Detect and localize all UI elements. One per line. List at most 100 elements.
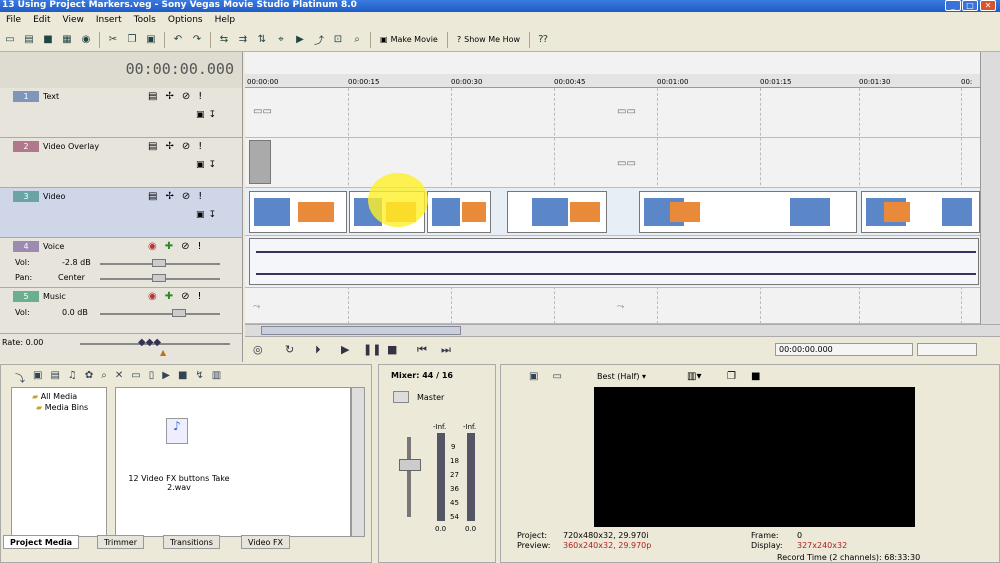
time-ruler[interactable]: 00:00:00 00:00:15 00:00:30 00:00:45 00:0…	[245, 74, 980, 88]
undo-icon[interactable]: ↶	[170, 32, 186, 48]
record-icon[interactable]: ◉	[148, 241, 157, 252]
track-header-video[interactable]: 3 Video ▤ ✢ ⊘! ▣ ↧	[0, 188, 243, 238]
track-header-voice[interactable]: 4 Voice ◉ ✚ ⊘! Vol: -2.8 dB Pan: Center	[0, 238, 243, 288]
save-icon[interactable]: ■	[40, 32, 56, 48]
capture-icon[interactable]: ▣	[33, 370, 42, 385]
overlays-icon[interactable]: ▥▾	[687, 371, 701, 382]
get-photos-icon[interactable]: ▤	[50, 370, 59, 385]
fx-icon[interactable]: ✚	[165, 241, 173, 252]
compositing-icon[interactable]: ▣	[196, 160, 205, 170]
fx-icon[interactable]: ▤	[148, 91, 157, 102]
properties-icon[interactable]: ◉	[78, 32, 94, 48]
auto-ripple-icon[interactable]: ⇉	[235, 32, 251, 48]
tab-video-fx[interactable]: Video FX	[241, 535, 291, 549]
import-icon[interactable]: ⤵	[15, 370, 25, 385]
loop-icon[interactable]: ↻	[285, 343, 294, 356]
parent-icon[interactable]: ↧	[209, 210, 217, 220]
go-to-end-icon[interactable]: ⏭	[441, 343, 451, 357]
tab-project-media[interactable]: Project Media	[3, 535, 80, 549]
solo-icon[interactable]: !	[198, 91, 202, 102]
solo-icon[interactable]: !	[198, 141, 202, 152]
scroll-thumb[interactable]	[261, 326, 461, 335]
make-movie-button[interactable]: ▣ Make Movie	[376, 31, 442, 49]
maximize-button[interactable]: □	[962, 0, 978, 11]
volume-slider[interactable]	[100, 313, 220, 315]
menu-edit[interactable]: Edit	[27, 15, 56, 25]
solo-icon[interactable]: !	[198, 191, 202, 202]
envelope-tool-icon[interactable]: ⤴	[311, 32, 327, 48]
parent-icon[interactable]: ↧	[209, 160, 217, 170]
compositing-icon[interactable]: ▣	[196, 110, 205, 120]
stop-preview-icon[interactable]: ■	[178, 370, 187, 385]
volume-knob[interactable]	[172, 309, 186, 317]
copy-snapshot-icon[interactable]: ❐	[727, 371, 736, 382]
copy-icon[interactable]: ❐	[124, 32, 140, 48]
mute-icon[interactable]: ⊘	[181, 241, 189, 252]
cut-icon[interactable]: ✂	[105, 32, 121, 48]
open-icon[interactable]: ▤	[21, 32, 37, 48]
master-fader-track[interactable]	[407, 437, 411, 517]
preview-properties-icon[interactable]: ▣	[529, 371, 538, 382]
media-files[interactable]: ♪ 12 Video FX buttons Take 2.wav	[115, 387, 351, 537]
parent-icon[interactable]: ↧	[209, 110, 217, 120]
lock-envelopes-icon[interactable]: ⇅	[254, 32, 270, 48]
media-file-name[interactable]: 12 Video FX buttons Take 2.wav	[124, 474, 234, 492]
video-clip[interactable]	[507, 191, 607, 233]
vertical-scrollbar[interactable]	[980, 52, 1000, 324]
video-clip[interactable]	[861, 191, 980, 233]
close-button[interactable]: ✕	[980, 0, 996, 11]
play-from-start-icon[interactable]: ⏵	[315, 343, 321, 357]
solo-icon[interactable]: !	[198, 241, 202, 252]
tree-item-media-bins[interactable]: ▰ Media Bins	[12, 401, 106, 412]
lane-video-overlay[interactable]: ▭▭	[245, 138, 980, 188]
play-icon[interactable]: ▶	[341, 343, 349, 356]
fx-icon[interactable]: ▤	[148, 191, 157, 202]
selection-tool-icon[interactable]: ⊡	[330, 32, 346, 48]
views-icon[interactable]: ▥	[212, 370, 221, 385]
mute-icon[interactable]: ⊘	[181, 291, 189, 302]
video-clip[interactable]	[427, 191, 491, 233]
properties-icon[interactable]: ▯	[149, 370, 155, 385]
new-icon[interactable]: ▭	[2, 32, 18, 48]
volume-knob[interactable]	[152, 259, 166, 267]
record-icon[interactable]: ◎	[253, 343, 263, 356]
track-header-video-overlay[interactable]: 2 Video Overlay ▤ ✢ ⊘! ▣ ↧	[0, 138, 243, 188]
snap-icon[interactable]: ⇆	[216, 32, 232, 48]
record-icon[interactable]: ◉	[148, 291, 157, 302]
zoom-tool-icon[interactable]: ⌕	[349, 32, 365, 48]
master-icon[interactable]	[393, 391, 409, 403]
video-clip[interactable]	[639, 191, 857, 233]
render-icon[interactable]: ▦	[59, 32, 75, 48]
get-media-icon[interactable]: ✿	[85, 370, 93, 385]
menu-options[interactable]: Options	[162, 15, 209, 25]
external-monitor-icon[interactable]: ▭	[552, 371, 561, 382]
search-icon[interactable]: ⌕	[101, 370, 107, 385]
whats-this-icon[interactable]: ⁇	[535, 32, 551, 48]
menu-insert[interactable]: Insert	[90, 15, 128, 25]
track-header-text[interactable]: 1 Text ▤ ✢ ⊘! ▣ ↧	[0, 88, 243, 138]
menu-tools[interactable]: Tools	[128, 15, 162, 25]
go-to-start-icon[interactable]: ⏮	[417, 343, 427, 357]
fx-icon[interactable]: ▤	[148, 141, 157, 152]
save-snapshot-icon[interactable]: ■	[751, 371, 760, 382]
start-preview-icon[interactable]: ▶	[162, 370, 170, 385]
lane-text[interactable]: ▭▭ ▭▭	[245, 88, 980, 138]
minimize-button[interactable]: _	[945, 0, 961, 11]
auto-preview-icon[interactable]: ↯	[195, 370, 203, 385]
motion-icon[interactable]: ✢	[165, 141, 173, 152]
compositing-icon[interactable]: ▣	[196, 210, 205, 220]
lane-video[interactable]	[245, 188, 980, 236]
lane-voice[interactable]	[245, 236, 980, 288]
overlay-clip[interactable]	[249, 140, 271, 184]
tab-trimmer[interactable]: Trimmer	[97, 535, 145, 549]
tree-item-all-media[interactable]: ▰ All Media	[12, 388, 106, 401]
menu-file[interactable]: File	[0, 15, 27, 25]
menu-view[interactable]: View	[57, 15, 90, 25]
pan-knob[interactable]	[152, 274, 166, 282]
track-header-music[interactable]: 5 Music ◉ ✚ ⊘! Vol: 0.0 dB	[0, 288, 243, 334]
master-fader[interactable]	[399, 459, 421, 471]
mute-icon[interactable]: ⊘	[182, 91, 190, 102]
redo-icon[interactable]: ↷	[189, 32, 205, 48]
fx-icon[interactable]: ✚	[165, 291, 173, 302]
mute-icon[interactable]: ⊘	[182, 141, 190, 152]
